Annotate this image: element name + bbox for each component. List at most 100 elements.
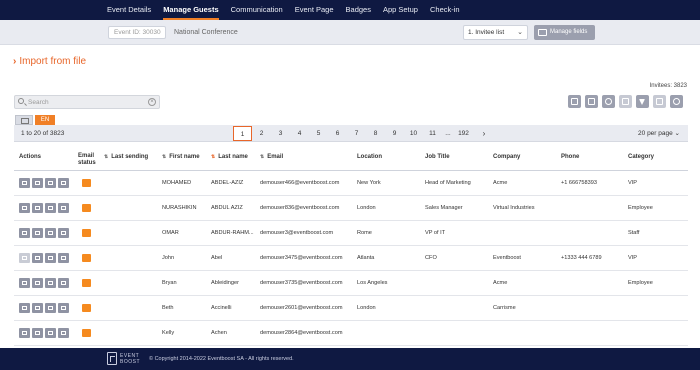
id-card-icon xyxy=(538,29,547,36)
email-button[interactable] xyxy=(19,228,30,238)
table-row[interactable]: OMAR ABDUR-RAHM... demouser3@eventboost.… xyxy=(14,221,688,246)
email-button[interactable] xyxy=(19,253,30,263)
badge-button[interactable] xyxy=(32,228,43,238)
cell-category: VIP xyxy=(628,180,638,186)
cell-last-name: Achen xyxy=(211,330,227,336)
user-edit-icon xyxy=(48,180,53,185)
delete-row-button[interactable] xyxy=(58,253,69,263)
badge-button[interactable] xyxy=(32,278,43,288)
page-8[interactable]: 8 xyxy=(366,126,385,141)
badge-button[interactable] xyxy=(32,303,43,313)
badge-button[interactable] xyxy=(32,328,43,338)
delete-row-button[interactable] xyxy=(58,278,69,288)
user-edit-icon xyxy=(48,330,53,335)
delete-row-button[interactable] xyxy=(58,178,69,188)
email-button[interactable] xyxy=(19,178,30,188)
page-7[interactable]: 7 xyxy=(347,126,366,141)
email-status-indicator xyxy=(82,229,91,237)
edit-user-button[interactable] xyxy=(45,203,56,213)
import-from-file-link[interactable]: › Import from file xyxy=(13,56,86,67)
page-9[interactable]: 9 xyxy=(385,126,404,141)
col-email[interactable]: ⇅ Email xyxy=(260,144,283,171)
col-category[interactable]: Category xyxy=(628,144,654,171)
tab-app-setup[interactable]: App Setup xyxy=(383,0,418,20)
tab-check-in[interactable]: Check-in xyxy=(430,0,460,20)
logo-line2: BOOST xyxy=(120,358,141,365)
table-row[interactable]: John Abel demouser3475@eventboost.com At… xyxy=(14,246,688,271)
tab-manage-guests[interactable]: Manage Guests xyxy=(163,0,219,20)
cell-location: London xyxy=(357,305,376,311)
tab-badges[interactable]: Badges xyxy=(346,0,371,20)
cell-first-name: Bryan xyxy=(162,280,177,286)
per-page-select[interactable]: 20 per page ⌄ xyxy=(638,125,680,142)
cell-category: Employee xyxy=(628,205,653,211)
edit-user-button[interactable] xyxy=(45,278,56,288)
col-last-name[interactable]: ⇅ Last name xyxy=(211,144,248,171)
clipboard-button[interactable] xyxy=(585,95,598,108)
page-4[interactable]: 4 xyxy=(290,126,309,141)
language-en-tab[interactable]: EN xyxy=(35,115,55,125)
table-row[interactable]: Beth Accinelli demouser2601@eventboost.c… xyxy=(14,296,688,321)
delete-row-button[interactable] xyxy=(58,228,69,238)
col-email-status-line1: Email xyxy=(78,153,95,159)
search-icon xyxy=(18,98,24,104)
email-button[interactable] xyxy=(19,203,30,213)
page-3[interactable]: 3 xyxy=(271,126,290,141)
page-5[interactable]: 5 xyxy=(309,126,328,141)
edit-user-button[interactable] xyxy=(45,328,56,338)
col-last-sending[interactable]: ⇅ Last sending xyxy=(104,144,148,171)
page-2[interactable]: 2 xyxy=(252,126,271,141)
table-view-icon[interactable] xyxy=(15,115,33,125)
invitee-list-select[interactable]: 1. Invitee list ⌄ xyxy=(463,25,528,40)
add-user-button[interactable] xyxy=(602,95,615,108)
page-11[interactable]: 11 xyxy=(423,126,442,141)
invitee-list-value: 1. Invitee list xyxy=(468,29,505,36)
col-job-title[interactable]: Job Title xyxy=(425,144,450,171)
table-toolbar xyxy=(568,95,683,108)
edit-user-button[interactable] xyxy=(45,253,56,263)
col-phone[interactable]: Phone xyxy=(561,144,579,171)
delete-row-button[interactable] xyxy=(58,203,69,213)
edit-user-button[interactable] xyxy=(45,178,56,188)
delete-row-button[interactable] xyxy=(58,303,69,313)
tab-event-details[interactable]: Event Details xyxy=(107,0,151,20)
tab-communication[interactable]: Communication xyxy=(231,0,283,20)
filter-button[interactable] xyxy=(636,95,649,108)
cell-phone: +1333 444 6789 xyxy=(561,255,602,261)
refresh-button[interactable] xyxy=(670,95,683,108)
cell-location: Atlanta xyxy=(357,255,375,261)
email-button[interactable] xyxy=(19,303,30,313)
row-actions xyxy=(19,278,69,288)
next-page-button[interactable]: › xyxy=(473,126,495,141)
per-page-value: 20 per page xyxy=(638,130,673,137)
manage-fields-button[interactable]: Manage fields xyxy=(534,25,595,40)
table-row[interactable]: Bryan Ableidinger demouser3735@eventboos… xyxy=(14,271,688,296)
page-10[interactable]: 10 xyxy=(404,126,423,141)
col-email-status[interactable]: Email status xyxy=(78,153,96,167)
delete-button[interactable] xyxy=(653,95,666,108)
col-company[interactable]: Company xyxy=(493,144,520,171)
cell-first-name: John xyxy=(162,255,175,261)
table-row[interactable]: MOHAMED ABDEL-AZIZ demouser466@eventboos… xyxy=(14,171,688,196)
page-192[interactable]: 192 xyxy=(454,126,473,141)
export-pdf-button[interactable] xyxy=(568,95,581,108)
page-1[interactable]: 1 xyxy=(233,126,252,141)
col-first-name[interactable]: ⇅ First name xyxy=(162,144,200,171)
edit-user-button[interactable] xyxy=(45,303,56,313)
merge-button[interactable] xyxy=(619,95,632,108)
search-input[interactable] xyxy=(28,97,148,107)
edit-user-button[interactable] xyxy=(45,228,56,238)
email-button[interactable] xyxy=(19,278,30,288)
delete-row-button[interactable] xyxy=(58,328,69,338)
badge-button[interactable] xyxy=(32,253,43,263)
badge-button[interactable] xyxy=(32,203,43,213)
chevron-right-icon: › xyxy=(13,56,17,67)
email-button[interactable] xyxy=(19,328,30,338)
badge-button[interactable] xyxy=(32,178,43,188)
page-6[interactable]: 6 xyxy=(328,126,347,141)
table-row[interactable]: NURASHIKIN ABDUL AZIZ demouser836@eventb… xyxy=(14,196,688,221)
clear-search-icon[interactable]: × xyxy=(148,98,156,106)
table-row[interactable]: Kelly Achen demouser2864@eventboost.com xyxy=(14,321,688,346)
tab-event-page[interactable]: Event Page xyxy=(295,0,334,20)
col-location[interactable]: Location xyxy=(357,144,382,171)
